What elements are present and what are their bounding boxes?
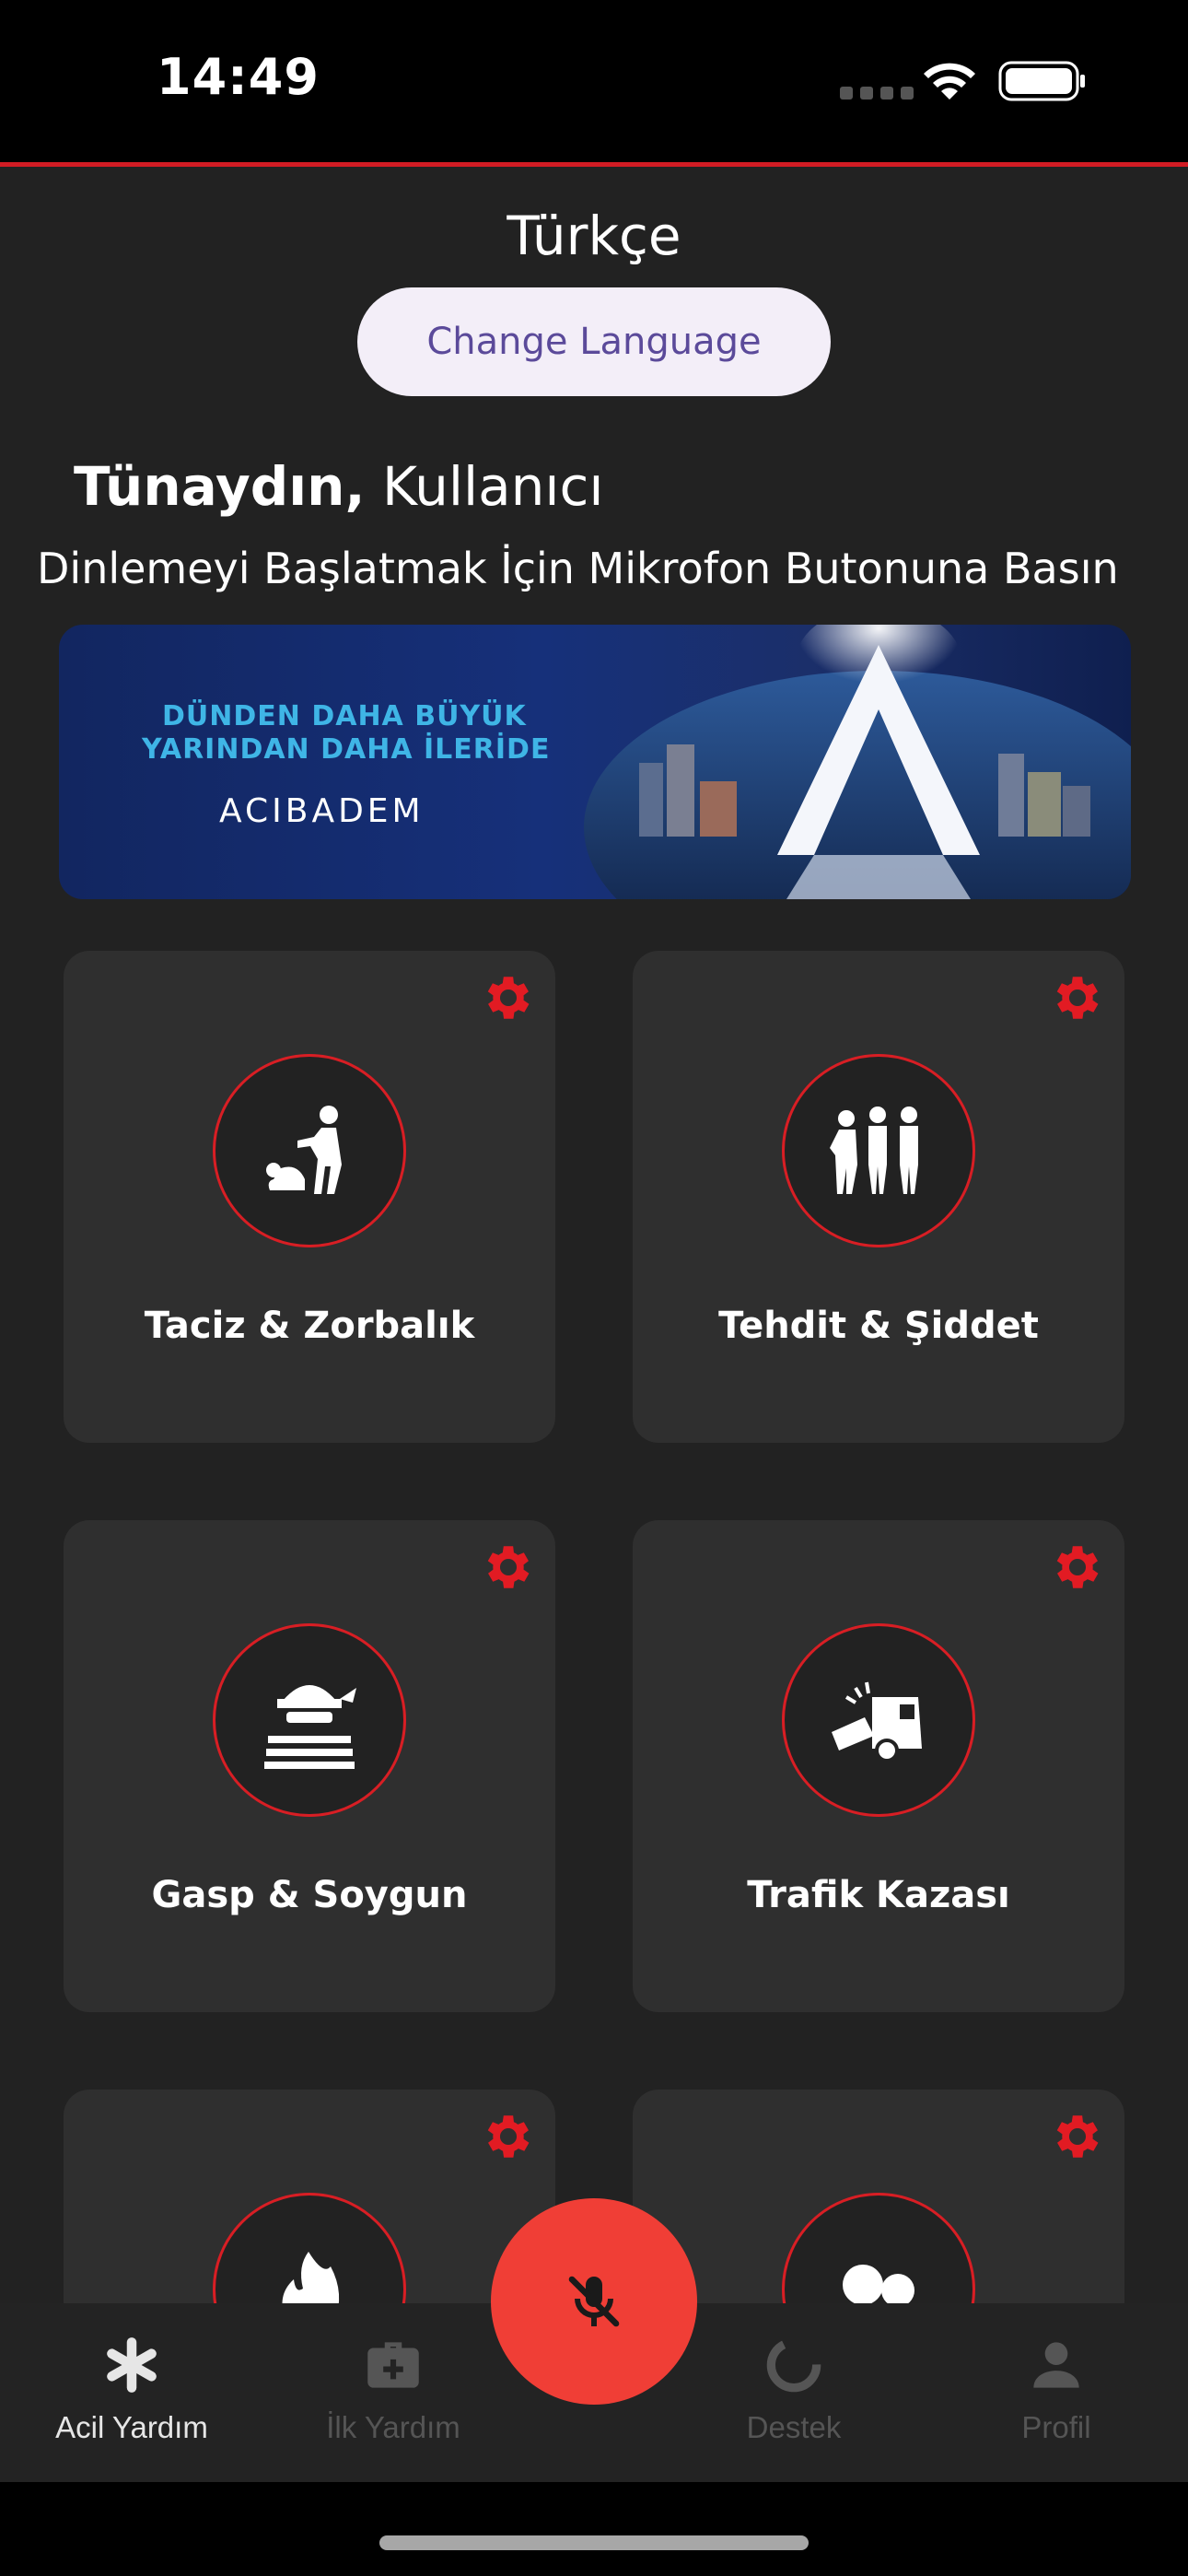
- violence-icon: [830, 1107, 918, 1194]
- banner-line1: DÜNDEN DAHA BÜYÜK: [162, 700, 527, 732]
- nav-item-acil-yardim[interactable]: Acil Yardım: [13, 2303, 250, 2482]
- banner-line2: YARINDAN DAHA İLERİDE: [142, 733, 551, 766]
- instruction-text: Dinlemeyi Başlatmak İçin Mikrofon Butonu…: [37, 544, 1119, 593]
- person-icon: [1033, 2342, 1079, 2388]
- app-screen: 14:49 Türkçe Change Language Tünaydın, K…: [0, 0, 1188, 2576]
- header-divider: [0, 162, 1188, 167]
- gear-icon[interactable]: [480, 2108, 537, 2165]
- wifi-icon: [924, 63, 975, 100]
- nav-item-destek[interactable]: Destek: [675, 2303, 913, 2482]
- asterisk-icon: [107, 2337, 157, 2393]
- traffic-accident-icon: [832, 1681, 922, 1762]
- gear-icon[interactable]: [480, 1539, 537, 1596]
- banner-artwork: [584, 625, 1131, 899]
- greeting: Tünaydın, Kullanıcı: [74, 455, 604, 518]
- gear-icon[interactable]: [480, 969, 537, 1026]
- first-aid-kit-icon: [367, 2342, 419, 2388]
- ad-banner[interactable]: DÜNDEN DAHA BÜYÜK YARINDAN DAHA İLERİDE …: [59, 625, 1131, 899]
- card-label: Gasp & Soygun: [151, 1874, 468, 1916]
- gear-icon[interactable]: [1049, 1539, 1106, 1596]
- nav-item-ilk-yardim[interactable]: İlk Yardım: [274, 2303, 512, 2482]
- mic-off-icon: [568, 2276, 620, 2327]
- gear-icon[interactable]: [1049, 969, 1106, 1026]
- greeting-user-name: Kullanıcı: [381, 455, 604, 518]
- nav-label: İlk Yardım: [326, 2410, 460, 2444]
- home-indicator-area: [0, 2482, 1188, 2576]
- card-icon-circle: [782, 1623, 975, 1817]
- card-label: Trafik Kazası: [747, 1874, 1010, 1916]
- nav-label: Acil Yardım: [55, 2410, 208, 2444]
- status-time: 14:49: [157, 48, 320, 106]
- nav-item-profil[interactable]: Profil: [938, 2303, 1175, 2482]
- change-language-button[interactable]: Change Language: [357, 287, 831, 396]
- gear-icon[interactable]: [1049, 2108, 1106, 2165]
- card-icon-circle: [782, 1054, 975, 1247]
- cellular-signal-icon: [840, 87, 914, 100]
- category-card-robbery[interactable]: Gasp & Soygun: [64, 1520, 555, 2012]
- card-label: Tehdit & Şiddet: [718, 1305, 1039, 1347]
- harassment-icon: [266, 1106, 342, 1194]
- microphone-button[interactable]: [491, 2198, 697, 2405]
- greeting-salutation: Tünaydın,: [74, 455, 366, 518]
- status-bar: 14:49: [0, 0, 1188, 164]
- category-card-harassment[interactable]: Taciz & Zorbalık: [64, 951, 555, 1443]
- nav-label: Destek: [746, 2410, 842, 2444]
- card-icon-circle: [213, 1054, 406, 1247]
- home-indicator[interactable]: [379, 2535, 809, 2550]
- card-icon-circle: [213, 1623, 406, 1817]
- nav-label: Profil: [1021, 2410, 1091, 2444]
- card-label: Taciz & Zorbalık: [144, 1305, 475, 1347]
- category-card-violence[interactable]: Tehdit & Şiddet: [633, 951, 1124, 1443]
- battery-icon: [998, 61, 1085, 101]
- robber-icon: [264, 1685, 356, 1769]
- category-card-traffic-accident[interactable]: Trafik Kazası: [633, 1520, 1124, 2012]
- support-ring-icon: [766, 2337, 821, 2393]
- current-language: Türkçe: [507, 205, 681, 267]
- banner-brand-logo: ACIBADEM: [219, 792, 425, 830]
